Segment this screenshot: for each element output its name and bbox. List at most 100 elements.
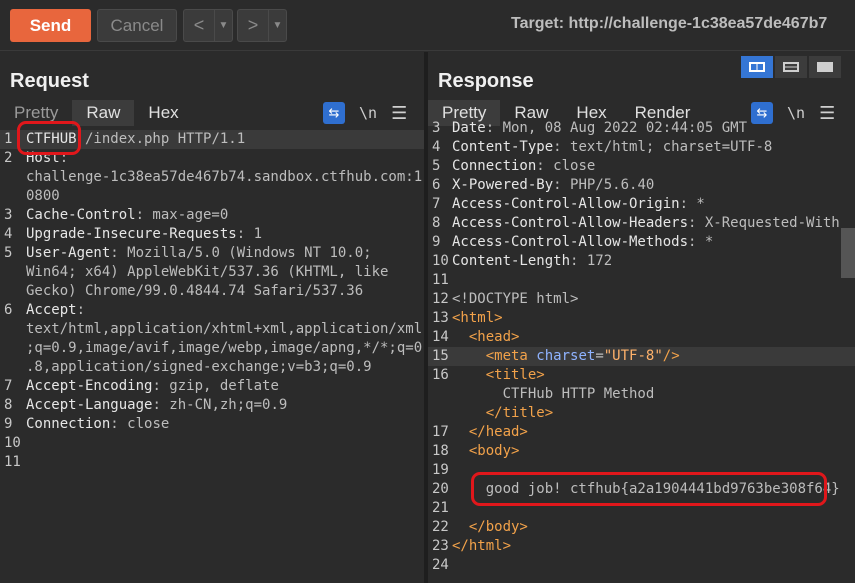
response-scrollbar[interactable] (841, 228, 855, 278)
line-text: </body> (452, 518, 528, 537)
code-line: 4 Content-Type: text/html; charset=UTF-8 (428, 138, 855, 157)
code-line: Win64; x64) AppleWebKit/537.36 (KHTML, l… (0, 263, 424, 282)
code-line: 12 <!DOCTYPE html> (428, 290, 855, 309)
line-text: 0800 (26, 187, 60, 206)
annotation-method-box (17, 121, 81, 155)
code-token: </head> (468, 424, 528, 440)
line-text: Connection: close (26, 415, 169, 434)
code-line: 6 X-Powered-By: PHP/5.6.40 (428, 176, 855, 195)
code-token: </body> (468, 519, 528, 535)
top-toolbar: Send Cancel < ▼ > ▼ Target: http://chall… (0, 0, 855, 51)
code-token: <body> (468, 443, 520, 459)
code-token: : PHP/5.6.40 (553, 177, 655, 193)
line-number: 9 (432, 234, 441, 250)
line-text: Connection: close (452, 157, 595, 176)
code-token: : * (688, 234, 714, 250)
line-text: <meta charset="UTF-8"/> (452, 347, 680, 366)
back-arrow-icon[interactable]: < (184, 10, 214, 41)
cancel-button[interactable]: Cancel (97, 9, 177, 42)
line-number: 8 (4, 397, 13, 413)
line-number: 5 (432, 158, 441, 174)
line-text: Access-Control-Allow-Methods: * (452, 233, 713, 252)
line-number: 7 (432, 196, 441, 212)
line-text: <body> (452, 442, 520, 461)
line-number: 7 (4, 378, 13, 394)
code-token: X-Powered-By (452, 177, 554, 193)
code-token: Access-Control-Allow-Headers (452, 215, 689, 231)
line-text: Accept-Encoding: gzip, deflate (26, 377, 279, 396)
code-token: Content-Length (452, 253, 571, 269)
wrap-lines-icon[interactable]: ⇆ (323, 102, 345, 124)
back-dropdown-icon[interactable]: ▼ (214, 10, 232, 41)
code-line: 3 Date: Mon, 08 Aug 2022 02:44:05 GMT (428, 119, 855, 138)
request-tab-icons: ⇆ \n ☰ (323, 100, 407, 126)
code-token: <!DOCTYPE html> (452, 291, 579, 307)
line-text: challenge-1c38ea57de467b74.sandbox.ctfhu… (26, 168, 422, 187)
code-token: </title> (485, 405, 554, 421)
code-token: </html> (452, 538, 512, 554)
show-newlines-icon[interactable]: \n (359, 104, 377, 122)
code-line: challenge-1c38ea57de467b74.sandbox.ctfhu… (0, 168, 424, 187)
code-token: : close (536, 158, 596, 174)
request-editor[interactable]: 1 CTFHUB /index.php HTTP/1.1 2 Host: challen… (0, 128, 424, 583)
line-text: X-Powered-By: PHP/5.6.40 (452, 176, 654, 195)
line-text: </html> (452, 537, 511, 556)
line-text: Access-Control-Allow-Headers: X-Requeste… (452, 214, 840, 233)
line-number: 9 (4, 416, 13, 432)
response-editor[interactable]: 3 Date: Mon, 08 Aug 2022 02:44:05 GMT 4 Con… (428, 120, 855, 583)
code-token: Accept-Language (26, 397, 153, 413)
line-text: CTFHub HTTP Method (452, 385, 655, 404)
code-line: 14 <head> (428, 328, 855, 347)
code-token: "UTF-8" (603, 348, 663, 364)
line-text: <head> (452, 328, 520, 347)
line-text: .8,application/signed-exchange;v=b3;q=0.… (26, 358, 372, 377)
code-token: CTFHub HTTP Method (452, 386, 655, 402)
request-tab-raw[interactable]: Raw (72, 100, 135, 126)
line-text: Accept-Language: zh-CN,zh;q=0.9 (26, 396, 287, 415)
code-line: </title> (428, 404, 855, 423)
target-url[interactable]: Target: http://challenge-1c38ea57de467b7 (511, 15, 827, 33)
code-token: .8,application/signed-exchange;v=b3;q=0.… (26, 359, 372, 375)
code-token: Access-Control-Allow-Origin (452, 196, 680, 212)
line-number: 15 (432, 348, 449, 364)
code-line: 7 Access-Control-Allow-Origin: * (428, 195, 855, 214)
request-tab-hex[interactable]: Hex (134, 100, 192, 126)
code-token: /index.php HTTP/1.1 (76, 131, 246, 147)
code-line: .8,application/signed-exchange;v=b3;q=0.… (0, 358, 424, 377)
code-line: text/html,application/xhtml+xml,applicat… (0, 320, 424, 339)
code-token: Cache-Control (26, 207, 136, 223)
layout-stacked-icon[interactable] (775, 56, 807, 78)
code-token: <html> (452, 310, 503, 326)
line-text: Win64; x64) AppleWebKit/537.36 (KHTML, l… (26, 263, 388, 282)
code-token: <meta (485, 348, 537, 364)
code-line: 13 <html> (428, 309, 855, 328)
code-token: Date (452, 120, 486, 136)
layout-side-by-side-icon[interactable] (741, 56, 773, 78)
code-token: 0800 (26, 188, 60, 204)
forward-arrow-icon[interactable]: > (238, 10, 268, 41)
line-text: Cache-Control: max-age=0 (26, 206, 228, 225)
code-line: 24 (428, 556, 855, 575)
code-token: Gecko) Chrome/99.0.4844.74 Safari/537.36 (26, 283, 364, 299)
code-token: Accept-Encoding (26, 378, 153, 394)
code-token: : 1 (236, 226, 263, 242)
code-line: CTFHub HTTP Method (428, 385, 855, 404)
menu-icon[interactable]: ☰ (391, 103, 407, 124)
forward-dropdown-icon[interactable]: ▼ (268, 10, 286, 41)
line-text: Content-Type: text/html; charset=UTF-8 (452, 138, 772, 157)
code-token: charset (536, 348, 596, 364)
code-token: : zh-CN,zh;q=0.9 (152, 397, 288, 413)
code-token: Content-Type (452, 139, 554, 155)
code-token: : gzip, deflate (152, 378, 279, 394)
layout-single-icon[interactable] (809, 56, 841, 78)
code-token: text/html,application/xhtml+xml,applicat… (26, 321, 423, 337)
code-token: : max-age=0 (135, 207, 229, 223)
line-number: 21 (432, 500, 449, 516)
send-button[interactable]: Send (10, 9, 91, 42)
code-token: Connection (452, 158, 537, 174)
